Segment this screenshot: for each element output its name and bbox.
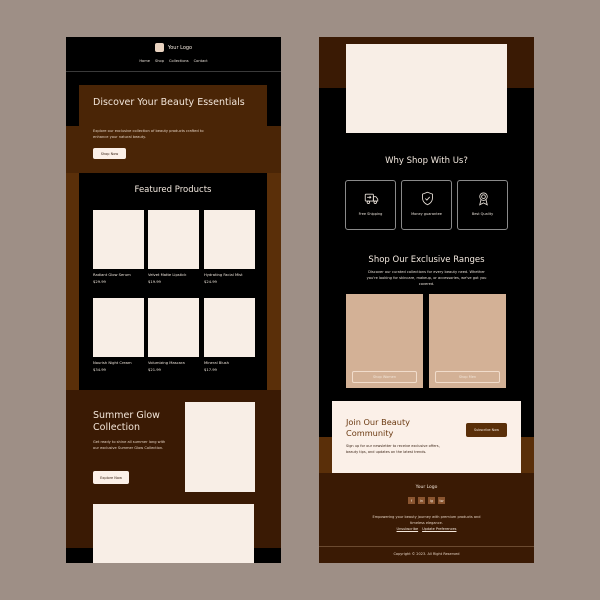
product-image[interactable]	[148, 298, 199, 357]
product-card[interactable]: Volumizing Mascara $21.99	[148, 298, 199, 372]
footer-divider	[319, 546, 534, 547]
product-image[interactable]	[204, 298, 255, 357]
shield-check-icon	[422, 191, 433, 206]
ranges-description: Discover our curated collections for eve…	[366, 270, 487, 286]
summer-title: Summer Glow Collection	[93, 410, 160, 433]
truck-icon	[364, 193, 379, 204]
update-preferences-link[interactable]: Update Preferences	[422, 527, 456, 531]
feature-card: Free Shipping	[345, 180, 396, 230]
hero-description: Explore our exclusive collection of beau…	[93, 129, 204, 139]
hero-title: Discover Your Beauty Essentials	[93, 97, 245, 108]
logo-text: Your Logo	[167, 44, 193, 51]
subscribe-button[interactable]: Subscribe Now	[466, 423, 507, 437]
nav-shop[interactable]: Shop	[155, 59, 164, 63]
newsletter-title: Join Our Beauty Community	[346, 417, 411, 438]
feature-card: Money guarantee	[401, 180, 452, 230]
featured-products: Featured Products Radiant Glow Serum $29…	[79, 173, 267, 390]
ranges-title: Shop Our Exclusive Ranges	[368, 255, 485, 265]
product-name: Hydrating Facial Mist	[204, 273, 243, 277]
product-name: Velvet Matte Lipstick	[148, 273, 187, 277]
product-image[interactable]	[93, 210, 144, 269]
product-image[interactable]	[93, 298, 144, 357]
email-template-left: Your Logo Home Shop Collections Contact …	[66, 37, 281, 563]
shop-women-button[interactable]: Shop Women	[352, 371, 417, 383]
newsletter-box: Join Our Beauty Community Sign up for ou…	[332, 401, 521, 473]
logo[interactable]: Your Logo	[66, 43, 281, 52]
hero-section: Discover Your Beauty Essentials Explore …	[79, 85, 267, 173]
product-price: $17.99	[204, 368, 217, 372]
unsubscribe-link[interactable]: Unsubscribe	[397, 527, 419, 531]
social-links: f in ig tw	[319, 497, 534, 504]
facebook-icon[interactable]: f	[408, 497, 415, 504]
product-price: $24.99	[204, 280, 217, 284]
product-card[interactable]: Velvet Matte Lipstick $19.99	[148, 210, 199, 284]
product-card[interactable]: Mineral Blush $17.99	[204, 298, 255, 372]
linkedin-icon[interactable]: in	[418, 497, 425, 504]
banner-image	[93, 504, 254, 563]
product-price: $21.99	[148, 368, 161, 372]
nav-menu: Home Shop Collections Contact	[66, 59, 281, 63]
featured-wrap: Featured Products Radiant Glow Serum $29…	[66, 173, 281, 390]
nav-contact[interactable]: Contact	[194, 59, 208, 63]
twitter-icon[interactable]: tw	[438, 497, 445, 504]
product-name: Mineral Blush	[204, 361, 229, 365]
summer-image	[185, 402, 255, 492]
why-title: Why Shop With Us?	[385, 156, 468, 166]
feature-label: Free Shipping	[358, 212, 383, 216]
award-icon	[479, 192, 488, 206]
feature-card: Best Quality	[457, 180, 508, 230]
footer-logo[interactable]: Your Logo	[319, 485, 534, 490]
featured-title: Featured Products	[134, 185, 212, 195]
product-card[interactable]: Nourish Night Cream $34.99	[93, 298, 144, 372]
shop-now-button[interactable]: Shop Now	[93, 148, 126, 159]
banner-image	[346, 44, 507, 133]
product-image[interactable]	[204, 210, 255, 269]
footer-links: Unsubscribe Update Preferences	[319, 527, 534, 531]
footer-description: Empowering your beauty journey with prem…	[372, 515, 481, 525]
product-price: $34.99	[93, 368, 106, 372]
shop-men-button[interactable]: Shop Men	[435, 371, 500, 383]
instagram-icon[interactable]: ig	[428, 497, 435, 504]
product-name: Nourish Night Cream	[93, 361, 132, 365]
product-price: $19.99	[148, 280, 161, 284]
range-card-men: Shop Men	[429, 294, 506, 388]
summer-description: Get ready to shine all summer long with …	[93, 440, 166, 450]
product-image[interactable]	[148, 210, 199, 269]
feature-label: Money guarantee	[411, 212, 442, 216]
newsletter-description: Sign up for our newsletter to receive ex…	[346, 444, 440, 454]
email-template-right: Why Shop With Us? Free Shipping Money gu…	[319, 37, 534, 563]
product-price: $29.99	[93, 280, 106, 284]
header: Your Logo Home Shop Collections Contact	[66, 37, 281, 72]
copyright: Copyright © 2023. All Right Reserved	[393, 552, 460, 556]
logo-icon	[154, 43, 164, 52]
feature-label: Best Quality	[471, 212, 494, 216]
product-name: Radiant Glow Serum	[93, 273, 131, 277]
nav-collections[interactable]: Collections	[169, 59, 189, 63]
product-name: Volumizing Mascara	[148, 361, 185, 365]
explore-now-button[interactable]: Explore Now	[93, 471, 129, 484]
range-card-women: Shop Women	[346, 294, 423, 388]
product-card[interactable]: Radiant Glow Serum $29.99	[93, 210, 144, 284]
product-card[interactable]: Hydrating Facial Mist $24.99	[204, 210, 255, 284]
nav-home[interactable]: Home	[139, 59, 150, 63]
